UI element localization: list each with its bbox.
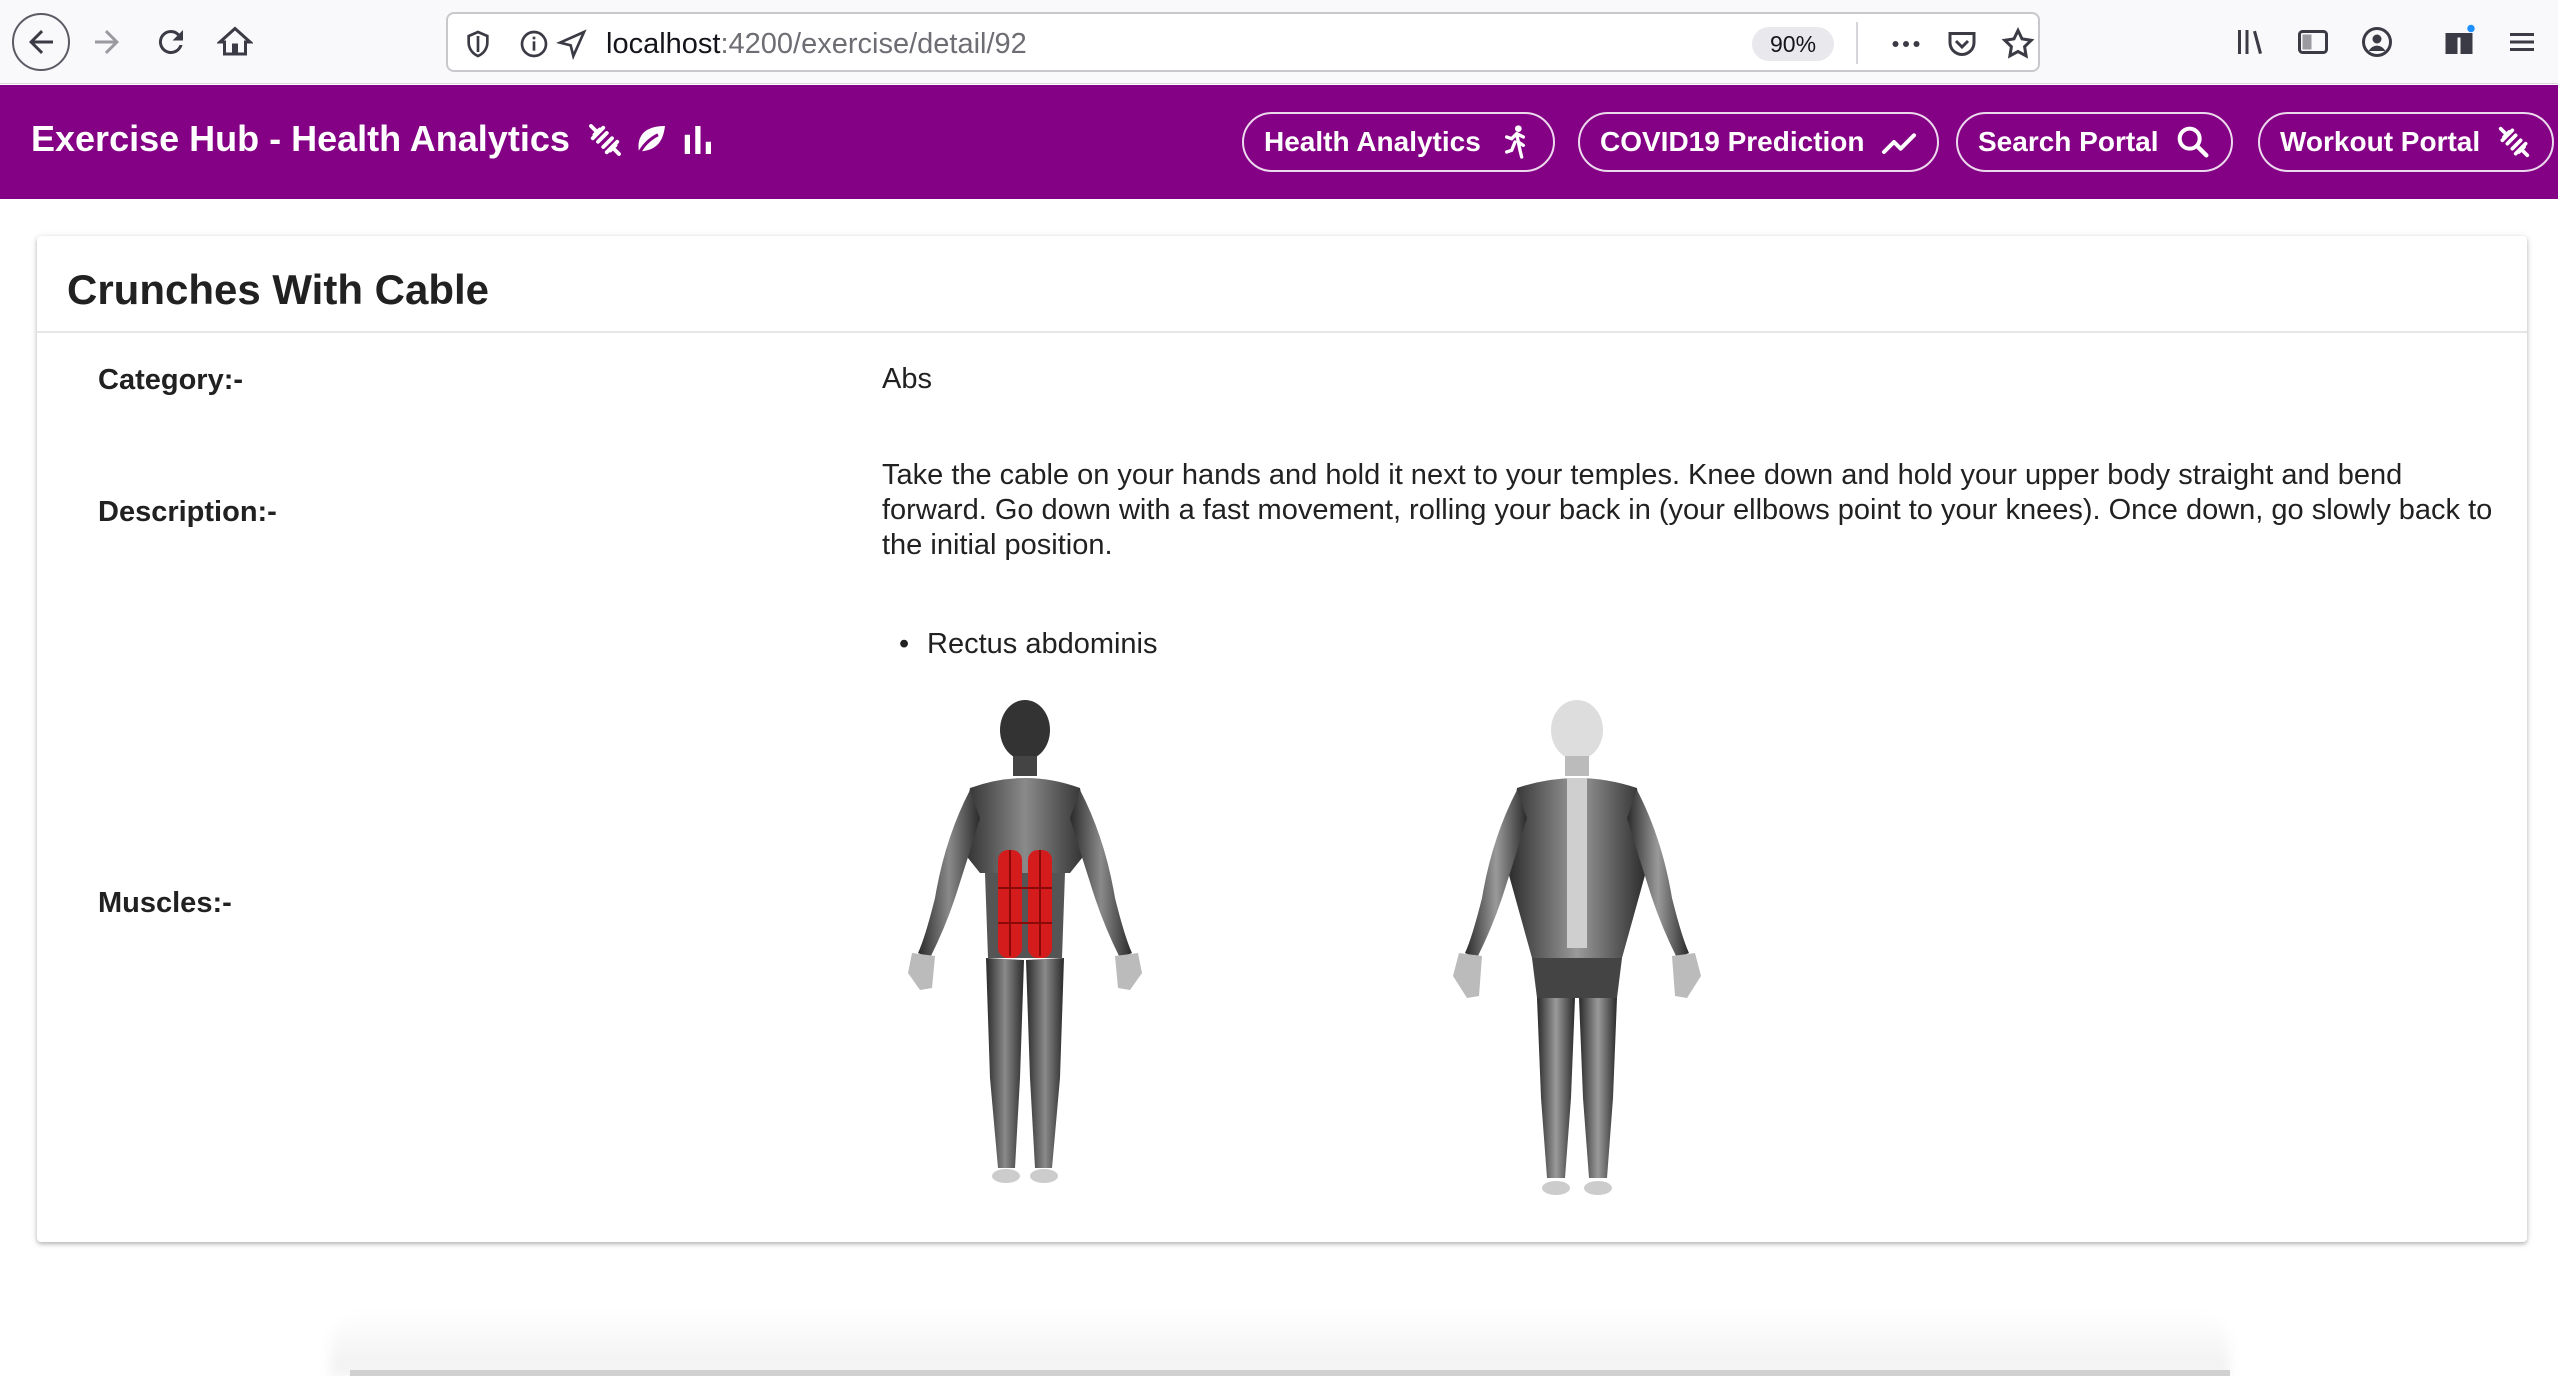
- nav-search-portal-label: Search Portal: [1978, 126, 2159, 157]
- dumbbell-icon: [2494, 122, 2534, 162]
- app-toolbar: Exercise Hub - Health Analytics Health A…: [0, 85, 2558, 199]
- leaf-icon: [630, 119, 672, 161]
- library-icon[interactable]: [2228, 20, 2272, 64]
- url-separator: [1856, 22, 1858, 64]
- category-value: Abs: [882, 363, 932, 395]
- nav-health-analytics-label: Health Analytics: [1264, 126, 1481, 157]
- sidebar-icon[interactable]: [2291, 20, 2335, 64]
- info-icon[interactable]: [518, 28, 550, 60]
- nav-covid19-prediction-button[interactable]: COVID19 Prediction: [1578, 112, 1939, 172]
- bookmark-star-icon[interactable]: [1996, 22, 2040, 66]
- address-bar[interactable]: localhost:4200/exercise/detail/92 90%: [446, 12, 2040, 72]
- shield-icon[interactable]: [462, 28, 494, 60]
- muscles-label: Muscles:-: [98, 887, 232, 919]
- home-icon: [217, 26, 253, 56]
- home-button[interactable]: [206, 13, 264, 71]
- nav-health-analytics-button[interactable]: Health Analytics: [1242, 112, 1555, 172]
- bottom-panel-edge: [350, 1370, 2230, 1376]
- pocket-icon[interactable]: [1940, 22, 1984, 66]
- nav-search-portal-button[interactable]: Search Portal: [1956, 112, 2233, 172]
- bottom-panel-shadow: [330, 1310, 2230, 1376]
- bar-chart-icon: [676, 119, 718, 161]
- category-label: Category:-: [98, 364, 244, 396]
- muscle-item: Rectus abdominis: [899, 628, 1157, 661]
- browser-toolbar: localhost:4200/exercise/detail/92 90%: [0, 0, 2558, 84]
- muscle-diagram-front: [908, 700, 1142, 1183]
- description-value: Take the cable on your hands and hold it…: [882, 459, 2493, 561]
- forward-button[interactable]: [78, 13, 136, 71]
- location-arrow-icon[interactable]: [555, 28, 588, 61]
- dumbbell-icon: [584, 119, 626, 161]
- arrow-right-icon: [95, 30, 119, 54]
- reload-button[interactable]: [142, 13, 200, 71]
- muscles-list: Rectus abdominis: [899, 628, 1157, 661]
- nav-covid19-prediction-label: COVID19 Prediction: [1600, 126, 1865, 157]
- account-icon[interactable]: [2355, 20, 2399, 64]
- menu-icon[interactable]: [2500, 20, 2544, 64]
- running-icon: [1495, 122, 1535, 162]
- search-icon: [2173, 122, 2213, 162]
- muscle-diagram-back: [1453, 700, 1701, 1195]
- arrow-left-icon: [29, 30, 53, 54]
- reload-icon: [158, 29, 183, 54]
- more-actions-icon[interactable]: [1884, 22, 1928, 66]
- card-divider: [37, 331, 2527, 333]
- zoom-level-badge[interactable]: 90%: [1752, 27, 1835, 61]
- extensions-icon[interactable]: [2437, 20, 2481, 64]
- url-text[interactable]: localhost:4200/exercise/detail/92: [606, 28, 1027, 61]
- exercise-title: Crunches With Cable: [67, 266, 490, 313]
- description-label: Description:-: [98, 496, 277, 528]
- back-button[interactable]: [12, 13, 70, 71]
- exercise-detail-card: Crunches With Cable Category:- Abs Descr…: [37, 236, 2527, 1242]
- trending-up-icon: [1879, 122, 1919, 162]
- nav-workout-portal-button[interactable]: Workout Portal: [2258, 112, 2555, 172]
- app-title[interactable]: Exercise Hub - Health Analytics: [31, 118, 570, 160]
- nav-workout-portal-label: Workout Portal: [2280, 126, 2481, 157]
